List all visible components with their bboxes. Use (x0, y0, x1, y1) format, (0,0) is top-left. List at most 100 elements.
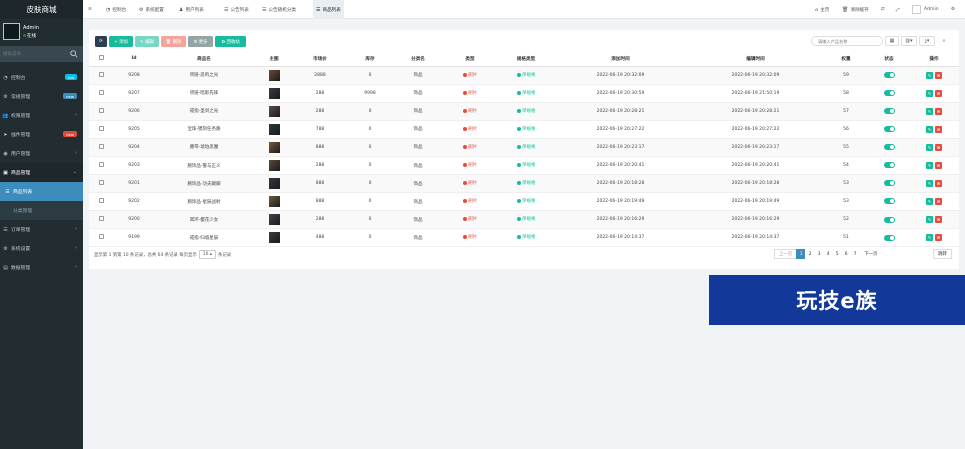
sidebar-item-1[interactable]: ⚙ 系统设置 ‹ (0, 239, 83, 258)
row-delete-icon[interactable]: ✖ (935, 180, 942, 188)
status-toggle[interactable] (883, 216, 895, 223)
row-edit-icon[interactable]: ✎ (926, 198, 933, 206)
row-delete-icon[interactable]: ✖ (935, 125, 942, 133)
column-header[interactable]: 权重 (823, 52, 869, 67)
row-edit-icon[interactable]: ✎ (926, 216, 933, 224)
row-delete-icon[interactable]: ✖ (935, 198, 942, 206)
edit-button[interactable]: ✎ 编辑 (135, 36, 159, 47)
row-checkbox[interactable] (98, 89, 104, 95)
row-checkbox[interactable] (98, 234, 104, 240)
row-delete-icon[interactable]: ✖ (935, 143, 942, 151)
row-delete-icon[interactable]: ✖ (935, 71, 942, 79)
sidebar-item-0[interactable]: ☰ 订单管理 ‹ (0, 220, 83, 239)
column-header[interactable]: 库存 (345, 52, 395, 67)
row-edit-icon[interactable]: ✎ (926, 71, 933, 79)
product-thumbnail[interactable] (268, 87, 280, 99)
search-toggle-icon[interactable]: ⌕ (939, 36, 949, 46)
row-checkbox[interactable] (98, 216, 104, 222)
column-header[interactable]: 类型 (441, 52, 499, 67)
row-checkbox[interactable] (98, 125, 104, 131)
sidebar-search-input[interactable] (3, 49, 67, 59)
column-header[interactable]: 主图 (253, 52, 295, 67)
brand-logo[interactable]: 皮肤商城 (0, 0, 83, 19)
columns-icon[interactable]: ▥▾ (901, 36, 917, 46)
menu-toggle-icon[interactable]: ≡ (88, 0, 92, 19)
column-header[interactable]: 规格类型 (499, 52, 553, 67)
column-header[interactable]: 分类名 (395, 52, 441, 67)
status-toggle[interactable] (883, 71, 895, 78)
sidebar-subitem-0[interactable]: ☰ 商品列表 (0, 182, 83, 201)
home-link[interactable]: ⌂ 主页 (815, 0, 829, 19)
row-delete-icon[interactable]: ✖ (935, 162, 942, 170)
goto-page-button[interactable]: 跳转 (933, 249, 952, 259)
tab-0[interactable]: ◔ 控制台 (103, 0, 129, 19)
status-toggle[interactable] (883, 126, 895, 133)
column-header[interactable]: 添加时间 (553, 52, 688, 67)
product-thumbnail[interactable] (268, 141, 280, 153)
column-header[interactable]: 商品名 (155, 52, 253, 67)
row-edit-icon[interactable]: ✎ (926, 143, 933, 151)
row-edit-icon[interactable]: ✎ (926, 180, 933, 188)
prev-page-button[interactable]: 上一页 (774, 249, 798, 259)
row-edit-icon[interactable]: ✎ (926, 234, 933, 242)
sidebar-item-2[interactable]: ▤ 数据管理 ‹ (0, 258, 83, 277)
sidebar-item-4[interactable]: ◉ 用户管理 ‹ (0, 144, 83, 163)
row-delete-icon[interactable]: ✖ (935, 107, 942, 115)
row-checkbox[interactable] (98, 143, 104, 149)
column-header[interactable]: 操作 (909, 52, 959, 67)
table-row[interactable]: 9203 腕饰品-警与正义 288 0 饰品 刷片 单规格 2022-06-19 20:20:… (89, 156, 959, 176)
recycle-bin-button[interactable]: ♻ 回收站 (215, 36, 246, 47)
tab-5[interactable]: ☰ 商品列表 (313, 0, 344, 19)
status-toggle[interactable] (883, 180, 895, 187)
row-delete-icon[interactable]: ✖ (935, 216, 942, 224)
column-header[interactable]: Id (113, 52, 155, 67)
status-toggle[interactable] (883, 234, 895, 241)
per-page-select[interactable]: 10 ▴ (198, 250, 216, 259)
column-header[interactable]: 状态 (869, 52, 909, 67)
row-checkbox[interactable] (98, 162, 104, 168)
sidebar-item-5[interactable]: ▣ 商品管理 ⌄ (0, 163, 83, 182)
table-row[interactable]: 9208 项链-悲鸣之光 2888 0 饰品 刷片 单规格 2022-06-19 20:32:… (89, 66, 959, 85)
table-row[interactable]: 9205 宝珠-镌刻任务路 788 0 饰品 刷片 单规格 2022-06-19 20:27:… (89, 120, 959, 139)
status-toggle[interactable] (883, 198, 895, 205)
column-header[interactable] (89, 52, 113, 67)
table-row[interactable]: 9206 戒指-圣剑之光 288 0 饰品 刷片 单规格 2022-06-19 20:28:2… (89, 102, 959, 121)
table-row[interactable]: 9200 耳环-樱花少女 288 0 饰品 刷片 单规格 2022-06-19 20:16:2… (89, 210, 959, 230)
product-thumbnail[interactable] (268, 214, 280, 226)
tab-4[interactable]: ☰ 公告随机分类 (259, 0, 299, 19)
table-row[interactable]: 9201 腕饰品-功夫踢脚 888 0 饰品 刷片 单规格 2022-06-19 20:18:… (89, 174, 959, 194)
row-delete-icon[interactable]: ✖ (935, 234, 942, 242)
row-edit-icon[interactable]: ✎ (926, 162, 933, 170)
more-button[interactable]: ⚙ 更多 (188, 36, 213, 47)
add-button[interactable]: + 添加 (109, 36, 133, 47)
column-header[interactable]: 市场价 (295, 52, 345, 67)
product-thumbnail[interactable] (268, 232, 280, 244)
column-header[interactable]: 编辑时间 (688, 52, 823, 67)
row-edit-icon[interactable]: ✎ (926, 89, 933, 97)
row-edit-icon[interactable]: ✎ (926, 107, 933, 115)
settings-gear-icon[interactable]: ⚙ (951, 0, 955, 19)
tab-2[interactable]: ♟ 用户列表 (176, 0, 207, 19)
status-toggle[interactable] (883, 89, 895, 96)
refresh-button[interactable]: ⟳ (95, 36, 107, 47)
row-checkbox[interactable] (98, 71, 104, 77)
sidebar-item-0[interactable]: ◔ 控制台 hot (0, 68, 83, 87)
product-thumbnail[interactable] (268, 160, 280, 172)
search-icon[interactable] (70, 50, 78, 58)
status-toggle[interactable] (883, 144, 895, 151)
product-thumbnail[interactable] (268, 196, 280, 208)
product-search-input[interactable] (811, 36, 883, 46)
clear-cache-button[interactable]: 🗑 清除缓存 (842, 0, 869, 19)
delete-button[interactable]: 🗑 删除 (161, 36, 186, 47)
product-thumbnail[interactable] (268, 69, 280, 81)
select-all-checkbox[interactable] (98, 55, 104, 61)
table-row[interactable]: 9199 戒指-归墟星辰 488 0 饰品 刷片 单规格 2022-06-19 20:14:3… (89, 228, 959, 248)
table-row[interactable]: 9207 项链-暗影先锋 288 9998 饰品 刷片 单规格 2022-06-19 20:3… (89, 84, 959, 103)
toggle-view-icon[interactable]: ▦ (885, 36, 899, 46)
row-edit-icon[interactable]: ✎ (926, 125, 933, 133)
sidebar-item-1[interactable]: ⚙ 常规管理 new (0, 87, 83, 106)
table-row[interactable]: 9202 腕饰品-星辰战射 888 0 饰品 刷片 单规格 2022-06-19 20:19:… (89, 192, 959, 212)
tab-1[interactable]: ⚙ 系统配置 (136, 0, 167, 19)
product-thumbnail[interactable] (268, 123, 280, 135)
row-checkbox[interactable] (98, 180, 104, 186)
